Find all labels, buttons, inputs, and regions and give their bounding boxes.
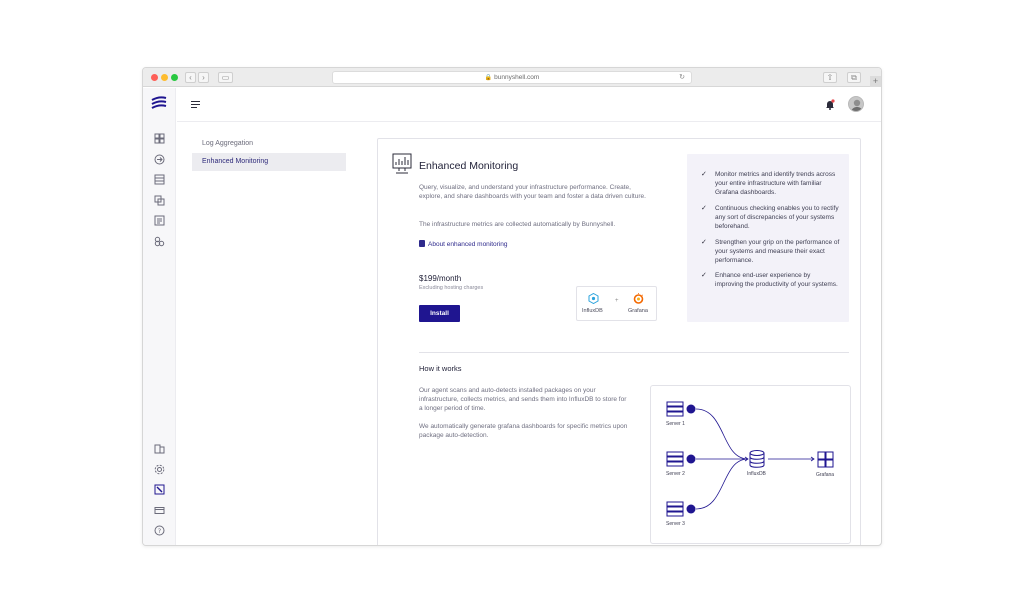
hamburger-menu-icon[interactable]	[191, 101, 200, 108]
influxdb-icon	[588, 293, 599, 304]
integrations-icon[interactable]	[154, 236, 165, 247]
auto-collect-note: The infrastructure metrics are collected…	[419, 221, 616, 228]
how-it-works-title: How it works	[419, 364, 462, 373]
close-window-button[interactable]	[151, 74, 158, 81]
how-it-works-paragraph-1: Our agent scans and auto-detects install…	[419, 387, 627, 412]
plus-sign: +	[615, 298, 619, 304]
book-icon	[419, 240, 425, 247]
maximize-window-button[interactable]	[171, 74, 178, 81]
server-1-label: Server 1	[666, 421, 685, 427]
copy-icon[interactable]	[154, 195, 165, 206]
addons-menu: Log Aggregation Enhanced Monitoring	[192, 135, 346, 171]
influxdb-database-icon	[749, 450, 765, 468]
agent-badge-icon	[686, 454, 696, 464]
influxdb-node-label: InfluxDB	[747, 471, 766, 477]
deploy-icon[interactable]	[154, 154, 165, 165]
page-title: Enhanced Monitoring	[419, 160, 519, 172]
architecture-diagram: Server 1 Server 2 Server 3 InfluxDB Graf…	[650, 385, 851, 544]
install-button[interactable]: Install	[419, 305, 460, 322]
user-avatar[interactable]	[848, 96, 864, 112]
app-header	[177, 88, 881, 122]
divider	[419, 352, 849, 353]
url-text: bunnyshell.com	[494, 74, 540, 81]
menu-item-log-aggregation[interactable]: Log Aggregation	[192, 135, 346, 153]
minimize-window-button[interactable]	[161, 74, 168, 81]
menu-item-enhanced-monitoring[interactable]: Enhanced Monitoring	[192, 153, 346, 171]
about-link[interactable]: About enhanced monitoring	[419, 240, 508, 249]
features-card: ✓ Monitor metrics and identify trends acr…	[687, 154, 849, 322]
reports-icon[interactable]	[154, 215, 165, 226]
settings-gear-icon[interactable]	[154, 464, 165, 475]
lock-icon: 🔒	[484, 75, 493, 81]
grafana-icon	[633, 293, 644, 304]
how-it-works-paragraph-2: We automatically generate grafana dashbo…	[419, 423, 628, 439]
help-icon[interactable]: ?	[154, 525, 165, 536]
server-2-label: Server 2	[666, 471, 685, 477]
icon-rail: ?	[143, 88, 176, 545]
browser-toolbar: ‹ › ▭ 🔒 bunnyshell.com ↻ ⇧ ⧉ +	[143, 68, 881, 87]
organization-icon[interactable]	[154, 443, 165, 454]
address-bar[interactable]: 🔒 bunnyshell.com ↻	[332, 71, 692, 84]
agent-badge-icon	[686, 404, 696, 414]
share-icon[interactable]: ⇧	[823, 72, 837, 83]
sidebar-toggle-icon[interactable]: ▭	[218, 72, 233, 83]
grafana-label: Grafana	[628, 308, 648, 314]
back-button[interactable]: ‹	[185, 72, 196, 83]
bunnyshell-logo-icon[interactable]	[151, 96, 167, 110]
server-1-icon	[666, 401, 684, 417]
monitoring-icon	[392, 153, 412, 174]
server-2-icon	[666, 451, 684, 467]
influxdb-label: InfluxDB	[582, 308, 603, 314]
addons-icon[interactable]	[154, 484, 165, 495]
reload-icon[interactable]: ↻	[679, 72, 685, 83]
check-icon: ✓	[701, 171, 707, 178]
grafana-dashboard-icon	[817, 451, 834, 468]
servers-icon[interactable]	[154, 174, 165, 185]
check-icon: ✓	[701, 272, 707, 279]
addon-description: Query, visualize, and understand your in…	[419, 184, 646, 200]
check-icon: ✓	[701, 239, 707, 246]
addon-detail-panel: Enhanced Monitoring Query, visualize, an…	[377, 138, 861, 545]
price: $199/month	[419, 274, 462, 283]
check-icon: ✓	[701, 205, 707, 212]
integrations-box: InfluxDB + Grafana	[576, 286, 657, 321]
browser-window: ‹ › ▭ 🔒 bunnyshell.com ↻ ⇧ ⧉ + ? Log Agg…	[142, 67, 882, 546]
tabs-icon[interactable]: ⧉	[847, 72, 861, 83]
notifications-bell-icon[interactable]	[825, 99, 835, 110]
agent-badge-icon	[686, 504, 696, 514]
new-tab-button[interactable]: +	[870, 76, 881, 87]
server-3-label: Server 3	[666, 521, 685, 527]
dashboard-icon[interactable]	[154, 133, 165, 144]
grafana-node-label: Grafana	[816, 472, 835, 478]
server-3-icon	[666, 501, 684, 517]
price-note: Excluding hosting charges	[419, 285, 484, 291]
forward-button[interactable]: ›	[198, 72, 209, 83]
billing-card-icon[interactable]	[154, 505, 165, 516]
svg-text:?: ?	[158, 527, 161, 535]
